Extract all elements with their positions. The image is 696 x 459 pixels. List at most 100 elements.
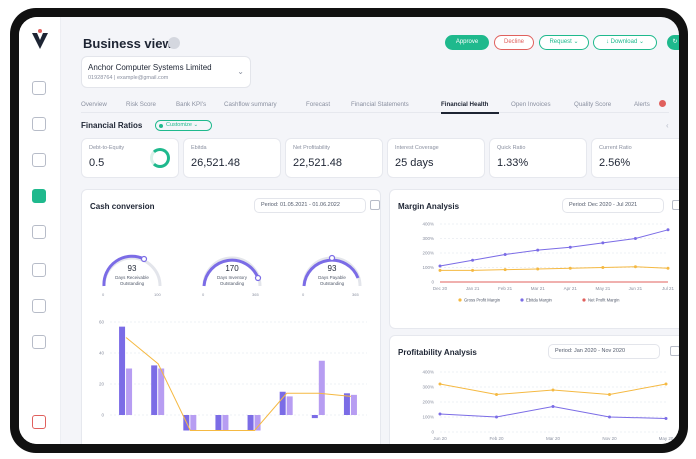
bar [119,326,126,415]
x-tick-label: Feb 21 [498,286,513,291]
legend-label: Net Profit Margin [588,298,620,303]
briefcase-icon[interactable] [32,189,46,203]
data-point [633,237,637,240]
app-screen: Business view Anchor Computer Systems Li… [19,17,679,444]
data-point [664,382,668,386]
period-selector[interactable]: Period: 01.05.2021 - 01.06.2022 [254,198,366,213]
company-name: Anchor Computer Systems Limited [88,63,212,72]
section-title: Financial Ratios [81,121,143,130]
notification-count-button[interactable]: ↻ 1 [667,35,679,50]
tab-financial-statements[interactable]: Financial Statements [351,101,409,108]
page-title: Business view [83,36,173,51]
gauge-label: Outstanding [220,281,245,286]
approve-button[interactable]: Approve [445,35,489,50]
x-tick-label: Nov 20 [602,436,617,441]
legend-marker [582,298,586,302]
legend-label: Gross Profit Margin [464,298,501,303]
tab-financial-health[interactable]: Financial Health [441,101,488,108]
data-point [495,415,498,419]
device-frame: Business view Anchor Computer Systems Li… [10,8,688,453]
gauge-value: 170 [225,264,239,273]
ratio-label: Debt-to-Equity [89,145,125,151]
margin-analysis-card: Margin Analysis Period: Dec 2020 - Jul 2… [389,189,679,329]
y-tick-label: 60 [99,320,105,325]
data-point [666,228,670,232]
progress-ring-icon [150,148,170,168]
data-point [551,405,555,408]
x-tick-label: Jan 21 [466,286,480,291]
bar [311,415,318,419]
tab-quality-score[interactable]: Quality Score [574,101,611,108]
gauge-max: 100 [154,292,161,297]
decline-button[interactable]: Decline [494,35,534,50]
period-selector[interactable]: Period: Jan 2020 - Nov 2020 [548,344,660,359]
file-icon[interactable] [32,225,46,239]
settings-icon[interactable] [32,335,46,349]
legend-marker [458,298,462,302]
bar [350,394,357,415]
calendar-icon[interactable] [670,346,679,356]
calendar-icon[interactable] [370,200,380,210]
request-button[interactable]: Request ⌄ [539,35,589,50]
series-line [439,229,669,267]
customize-button[interactable]: Customize ⌄ [155,120,212,131]
data-point [471,268,475,272]
x-tick-label: Jun 21 [629,286,643,291]
ratio-card: Quick Ratio 1.33% [489,138,587,178]
tab-alerts[interactable]: Alerts [634,101,650,108]
profitability-analysis-chart: 400% 300% 200% 100% 0Jun 20 Feb 20 Mar 20 Nov 2… [422,370,673,442]
data-point [608,393,611,396]
download-button[interactable]: ↓ Download ⌄ [593,35,657,50]
data-point [503,252,507,256]
gauge-label: Outstanding [320,281,345,286]
ratio-card: Debt-to-Equity 0.5 [81,138,179,178]
tab-open-invoices[interactable]: Open Invoices [511,101,551,108]
gauge-label: Days Payable [318,275,346,280]
document-icon[interactable] [32,153,46,167]
chevron-left-icon[interactable]: ‹ [666,121,669,130]
data-point [495,393,498,396]
y-tick-label: 0 [431,430,434,435]
grid-icon[interactable] [32,117,46,131]
y-tick-label: 40 [99,351,105,356]
data-point [438,412,442,416]
gauge-min: 0 [202,292,205,297]
tab-risk-score[interactable]: Risk Score [126,101,156,108]
ratio-card: Net Profitability 22,521.48 [285,138,383,178]
tab-cashflow-summary[interactable]: Cashflow summary [224,101,277,108]
data-point [666,266,670,270]
gauge-label: Days Inventory [217,275,248,280]
ratio-value: 25 days [395,157,434,169]
data-point [471,258,475,262]
company-selector[interactable]: Anchor Computer Systems Limited 01928764… [81,56,251,88]
bar [151,365,158,415]
gauge-receivable: 93 Days Receivable Outstanding 0 100 [102,254,162,297]
bar [190,415,197,431]
report-icon[interactable] [32,299,46,313]
period-selector[interactable]: Period: Dec 2020 - Jul 2021 [562,198,664,213]
profitability-analysis-card: Profitability Analysis Period: Jan 2020 … [389,335,679,444]
info-icon[interactable] [168,37,180,49]
ratio-value: 1.33% [497,157,529,169]
bar [286,396,293,415]
ratio-label: Interest Coverage [395,145,439,151]
logout-icon[interactable] [32,415,46,429]
tab-overview[interactable]: Overview [81,101,107,108]
chart-icon[interactable] [32,263,46,277]
data-point [601,241,605,245]
calendar-icon[interactable] [672,200,679,210]
tab-bank-kpis[interactable]: Bank KPI's [176,101,206,108]
data-point [438,382,442,386]
data-point [438,268,442,272]
x-tick-label: Mar 20 [546,436,561,441]
data-point [633,265,637,269]
tab-forecast[interactable]: Forecast [306,101,330,108]
data-point [536,267,540,271]
cash-conversion-chart: 6040200-20Dec 20 Jan 21 Feb 21 Mar 21 Apr 21… [97,320,367,444]
x-tick-label: Jun 20 [433,436,447,441]
gauge-inventory: 170 Days Inventory Outstanding 0 365 [202,256,262,297]
home-icon[interactable] [32,81,46,95]
ratio-label: Net Profitability [293,145,330,151]
gauges: 93 Days Receivable Outstanding 0 100 170… [102,254,362,297]
gauge-label: Days Receivable [115,275,149,280]
